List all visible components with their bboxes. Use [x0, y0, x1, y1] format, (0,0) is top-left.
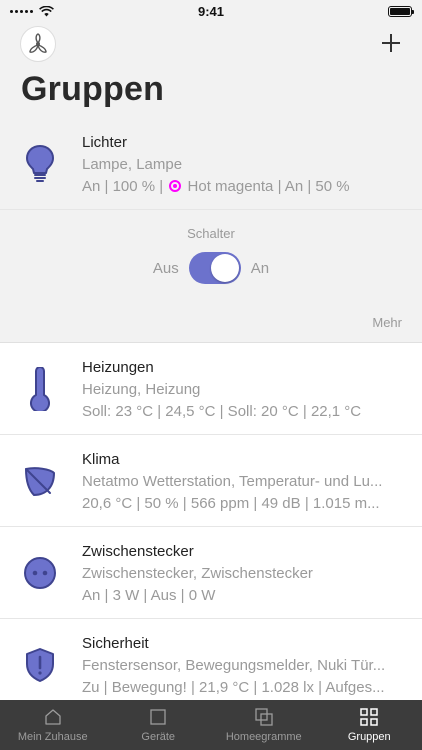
group-status: 20,6 °C | 50 % | 566 ppm | 49 dB | 1.015… [82, 495, 380, 512]
tab-bar: Mein Zuhause Geräte Homeegramme Gruppen [0, 700, 422, 750]
group-devices: Lampe, Lampe [82, 156, 183, 173]
top-navigation [0, 24, 422, 64]
group-row-sicherheit[interactable]: Sicherheit Fenstersensor, Bewegungsmelde… [0, 619, 422, 711]
home-icon [45, 708, 61, 725]
status-indicators [10, 5, 54, 17]
switch-panel: Schalter Aus An Mehr [0, 210, 422, 343]
group-text: Sicherheit Fenstersensor, Bewegungsmelde… [82, 633, 402, 699]
more-link[interactable]: Mehr [372, 315, 402, 330]
group-row-zwischenstecker[interactable]: Zwischenstecker Zwischenstecker, Zwische… [0, 527, 422, 619]
groups-icon [360, 707, 378, 726]
battery-icon [388, 5, 414, 17]
status-bar: 9:41 [0, 0, 422, 22]
group-devices: Zwischenstecker, Zwischenstecker [82, 565, 313, 582]
switch-row: Aus An [0, 252, 422, 284]
group-name: Klima [82, 451, 120, 468]
group-row-klima[interactable]: Klima Netatmo Wetterstation, Temperatur-… [0, 435, 422, 527]
group-text: Zwischenstecker Zwischenstecker, Zwische… [82, 541, 402, 607]
group-text: Klima Netatmo Wetterstation, Temperatur-… [82, 449, 402, 515]
status-part-1: An | 100 % | [82, 178, 168, 195]
page-title: Gruppen [21, 70, 165, 108]
tab-homeegramme[interactable]: Homeegramme [211, 700, 317, 750]
add-group-button[interactable] [378, 30, 404, 56]
fan-logo-icon [29, 33, 47, 53]
group-status: An | 3 W | Aus | 0 W [82, 587, 216, 604]
group-row-lichter[interactable]: Lichter Lampe, Lampe An | 100 % | Hot ma… [0, 118, 422, 210]
group-name: Sicherheit [82, 635, 149, 652]
group-name: Zwischenstecker [82, 543, 194, 560]
group-status: Zu | Bewegung! | 21,9 °C | 1.028 lx | Au… [82, 679, 385, 696]
tab-mein-zuhause[interactable]: Mein Zuhause [0, 700, 106, 750]
group-devices: Fenstersensor, Bewegungsmelder, Nuki Tür… [82, 657, 386, 674]
plus-icon [382, 34, 400, 52]
leaf-icon [22, 459, 58, 503]
shield-icon [22, 643, 58, 687]
tab-gruppen[interactable]: Gruppen [317, 700, 422, 750]
signal-icon [10, 9, 33, 13]
tab-geraete[interactable]: Geräte [106, 700, 212, 750]
device-icon [150, 708, 166, 725]
group-text: Heizungen Heizung, Heizung Soll: 23 °C |… [82, 357, 402, 423]
lightbulb-icon [22, 142, 58, 186]
wifi-icon [39, 5, 54, 16]
homeegram-icon [255, 707, 273, 726]
app-logo[interactable] [20, 26, 56, 62]
group-text: Lichter Lampe, Lampe An | 100 % | Hot ma… [82, 132, 402, 198]
status-time: 9:41 [197, 3, 225, 19]
group-status: Soll: 23 °C | 24,5 °C | Soll: 20 °C | 22… [82, 403, 362, 420]
status-part-2: | An | 50 % [273, 178, 350, 195]
group-name: Lichter [82, 134, 128, 151]
switch-on-label: An [250, 259, 270, 277]
group-list: Lichter Lampe, Lampe An | 100 % | Hot ma… [0, 118, 422, 711]
status-color-name: Hot magenta [187, 178, 274, 195]
plug-socket-icon [22, 551, 58, 595]
group-row-heizungen[interactable]: Heizungen Heizung, Heizung Soll: 23 °C |… [0, 343, 422, 435]
color-dot-icon [169, 180, 182, 192]
tab-label: Mein Zuhause [17, 730, 88, 743]
group-devices: Netatmo Wetterstation, Temperatur- und L… [82, 473, 383, 490]
tab-label: Geräte [141, 730, 176, 743]
tab-label: Homeegramme [225, 730, 302, 743]
tab-label: Gruppen [347, 730, 391, 743]
group-name: Heizungen [82, 359, 154, 376]
lights-toggle[interactable] [188, 252, 241, 284]
group-status: An | 100 % | Hot magenta | An | 50 % [82, 176, 402, 198]
switch-label: Schalter [187, 226, 235, 241]
group-devices: Heizung, Heizung [82, 381, 201, 398]
thermometer-icon [22, 367, 58, 411]
switch-off-label: Aus [152, 259, 179, 277]
toggle-knob [210, 254, 239, 282]
